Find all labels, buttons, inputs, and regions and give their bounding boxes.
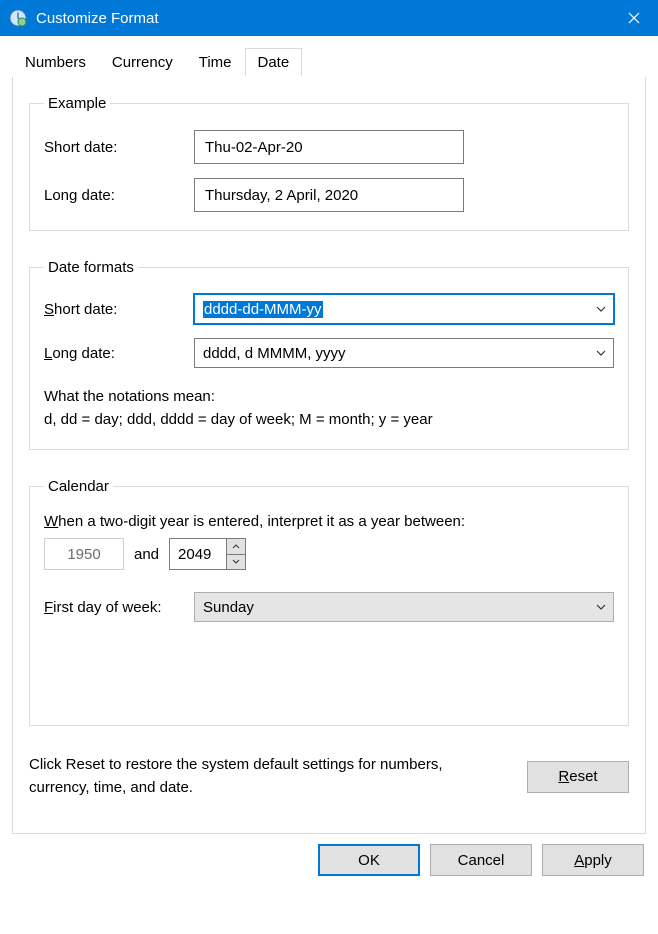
- notation-help: What the notations mean: d, dd = day; dd…: [44, 386, 614, 431]
- spinner-down-button[interactable]: [227, 554, 245, 570]
- tab-numbers[interactable]: Numbers: [12, 48, 99, 76]
- combo-long-date-value: dddd, d MMMM, yyyy: [203, 345, 346, 362]
- reset-button[interactable]: Reset: [527, 761, 629, 793]
- chevron-down-icon[interactable]: [590, 339, 612, 367]
- value-example-short: Thu-02-Apr-20: [194, 130, 464, 164]
- combo-short-date-value: dddd-dd-MMM-yy: [203, 301, 323, 318]
- combo-first-day-of-week[interactable]: Sunday: [194, 592, 614, 622]
- combo-first-day-value: Sunday: [203, 599, 254, 616]
- tab-currency[interactable]: Currency: [99, 48, 186, 76]
- group-example-legend: Example: [44, 95, 110, 112]
- group-calendar-legend: Calendar: [44, 478, 113, 495]
- chevron-down-icon[interactable]: [590, 295, 612, 323]
- spinner-up-button[interactable]: [227, 539, 245, 554]
- value-example-long: Thursday, 2 April, 2020: [194, 178, 464, 212]
- label-example-long: Long date:: [44, 187, 194, 204]
- year-to-input[interactable]: [170, 539, 226, 569]
- two-digit-year-sentence: When a two-digit year is entered, interp…: [44, 513, 614, 530]
- chevron-up-icon: [232, 544, 240, 549]
- apply-button[interactable]: Apply: [542, 844, 644, 876]
- notation-heading: What the notations mean:: [44, 386, 614, 409]
- window-title: Customize Format: [36, 10, 610, 27]
- combo-short-date-format[interactable]: dddd-dd-MMM-yy: [194, 294, 614, 324]
- tab-time[interactable]: Time: [186, 48, 245, 76]
- notation-body: d, dd = day; ddd, dddd = day of week; M …: [44, 409, 614, 432]
- group-calendar: Calendar When a two-digit year is entere…: [29, 478, 629, 726]
- reset-area: Click Reset to restore the system defaul…: [29, 754, 629, 799]
- label-long-date-format: Long date:: [44, 345, 194, 362]
- combo-long-date-format[interactable]: dddd, d MMMM, yyyy: [194, 338, 614, 368]
- label-example-short: Short date:: [44, 139, 194, 156]
- dialog-action-bar: OK Cancel Apply: [0, 834, 658, 890]
- group-example: Example Short date: Thu-02-Apr-20 Long d…: [29, 95, 629, 231]
- tab-panel-date: Example Short date: Thu-02-Apr-20 Long d…: [12, 76, 646, 834]
- label-first-day-of-week: First day of week:: [44, 599, 194, 616]
- close-button[interactable]: [610, 0, 658, 36]
- tab-date[interactable]: Date: [245, 48, 303, 76]
- app-icon: [8, 8, 28, 28]
- group-date-formats: Date formats Short date: dddd-dd-MMM-yy …: [29, 259, 629, 450]
- ok-button[interactable]: OK: [318, 844, 420, 876]
- group-date-formats-legend: Date formats: [44, 259, 138, 276]
- year-to-spinner[interactable]: [169, 538, 246, 570]
- label-and: and: [134, 546, 159, 563]
- close-icon: [628, 12, 640, 24]
- chevron-down-icon: [232, 559, 240, 564]
- label-short-date-format: Short date:: [44, 301, 194, 318]
- title-bar: Customize Format: [0, 0, 658, 36]
- chevron-down-icon[interactable]: [590, 593, 612, 621]
- tab-strip: Numbers Currency Time Date: [12, 48, 646, 77]
- reset-description: Click Reset to restore the system defaul…: [29, 754, 507, 799]
- year-from-display: 1950: [44, 538, 124, 570]
- cancel-button[interactable]: Cancel: [430, 844, 532, 876]
